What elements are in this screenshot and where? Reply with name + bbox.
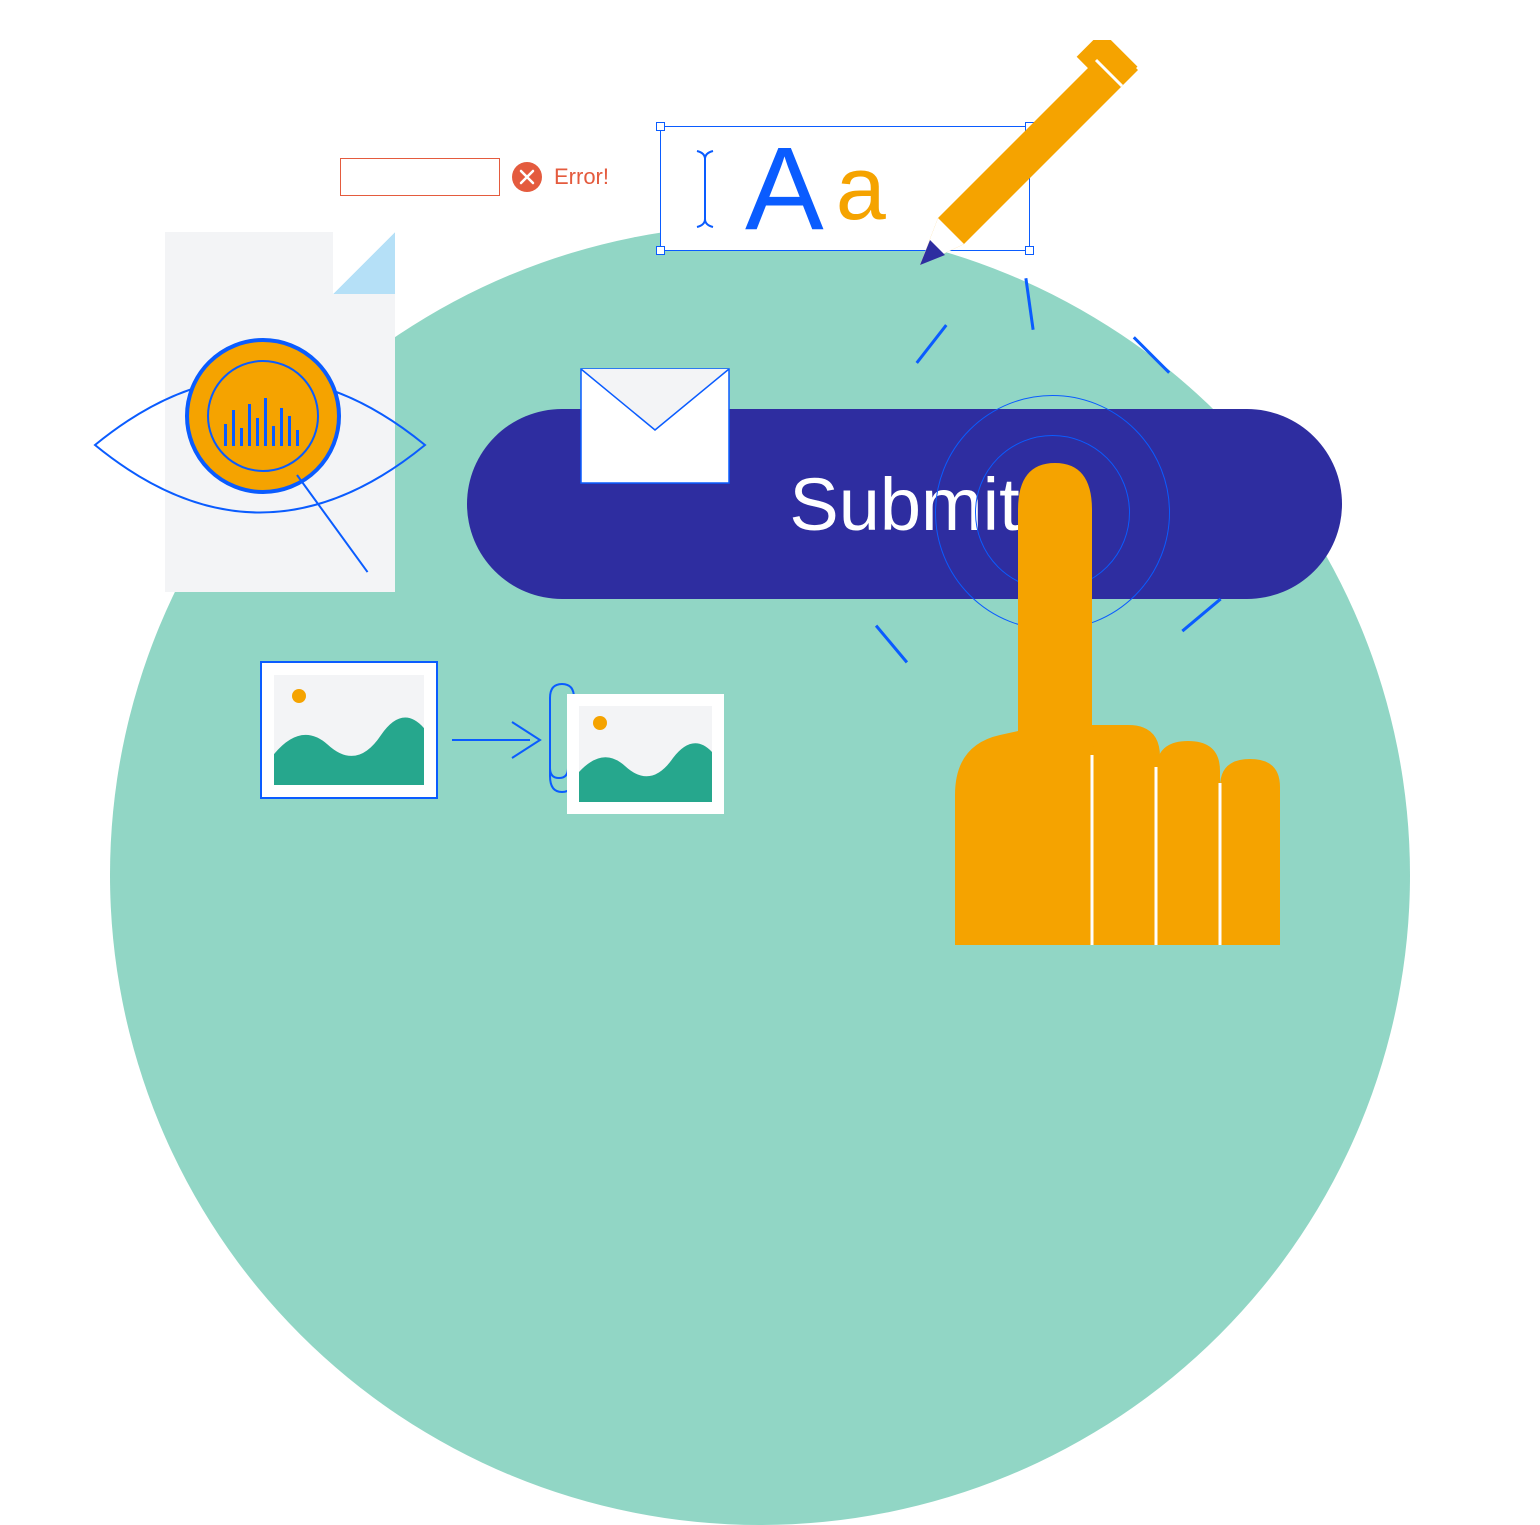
bar-chart-icon (224, 396, 299, 446)
illustration-canvas: Error! A a Submit (0, 0, 1540, 920)
pointing-hand-icon (890, 445, 1390, 945)
error-field-group: Error! (340, 158, 609, 196)
resize-handle-bl[interactable] (656, 246, 665, 255)
sample-letter-upper: A (745, 130, 824, 248)
resize-handle-br[interactable] (1025, 246, 1034, 255)
error-icon (512, 162, 542, 192)
resize-handle-tr[interactable] (1025, 122, 1034, 131)
arrow-right-icon (450, 716, 545, 764)
sample-letter-lower: a (836, 144, 886, 234)
error-input[interactable] (340, 158, 500, 196)
document-fold-icon (333, 232, 395, 294)
image-thumbnail-small (567, 694, 724, 814)
resize-handle-tl[interactable] (656, 122, 665, 131)
text-cursor-icon (695, 149, 715, 229)
image-thumbnail-large (260, 661, 438, 799)
error-label: Error! (554, 164, 609, 190)
text-edit-frame[interactable]: A a (660, 126, 1030, 251)
envelope-icon (580, 368, 730, 484)
